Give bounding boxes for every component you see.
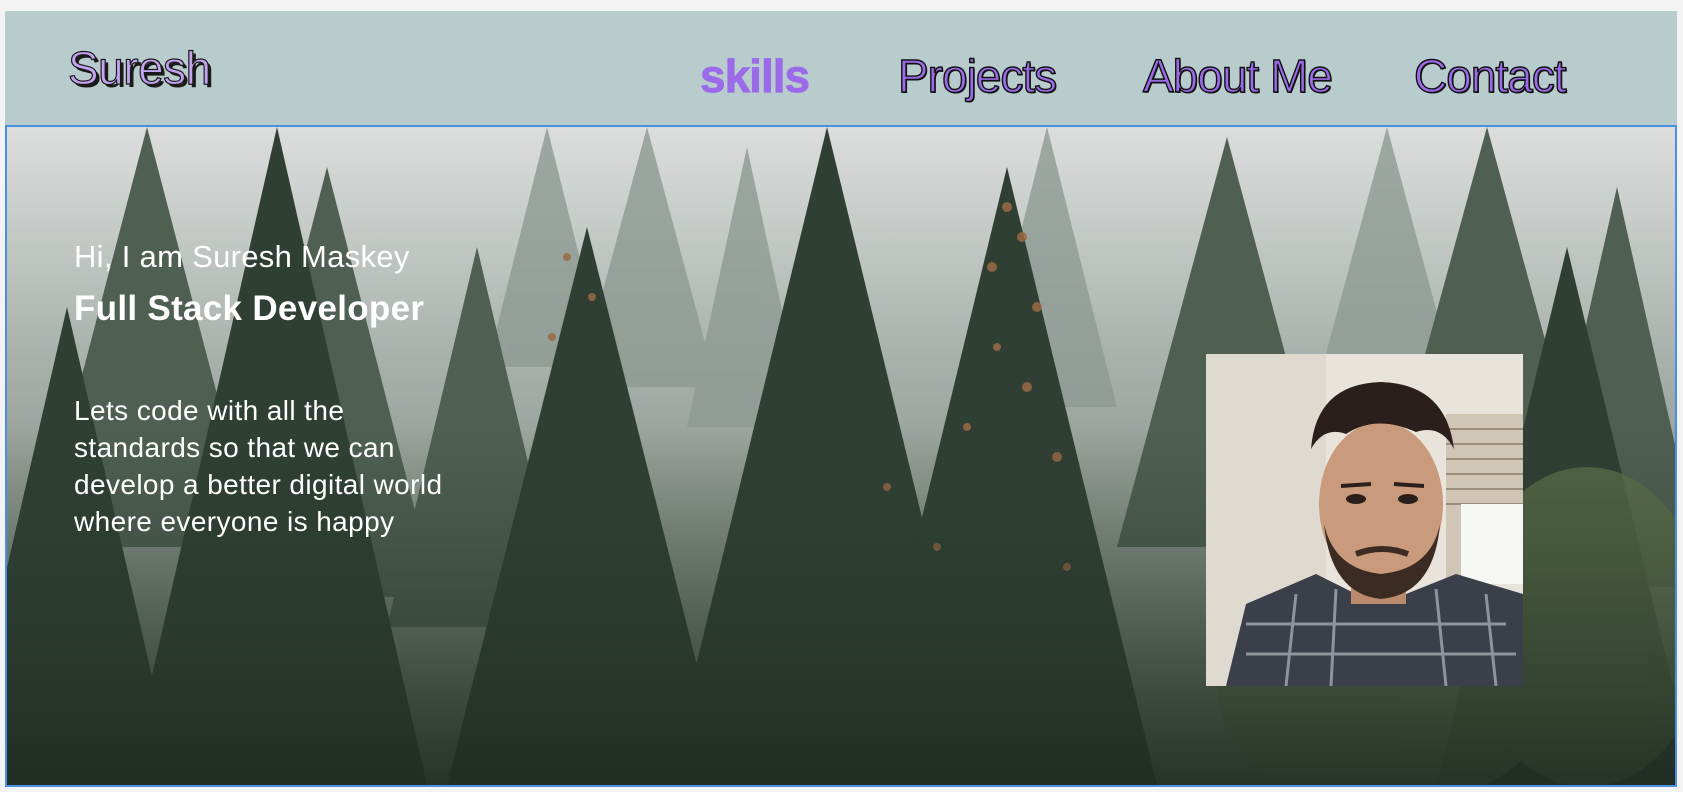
navbar: Suresh skills Projects About Me Contact (5, 11, 1677, 124)
profile-photo-image (1206, 354, 1523, 686)
hero-role: Full Stack Developer (74, 289, 425, 328)
nav-link-contact[interactable]: Contact (1413, 49, 1567, 103)
hero-tagline: Lets code with all the standards so that… (74, 395, 443, 537)
page-frame: Suresh skills Projects About Me Contact (5, 11, 1677, 787)
hero-section: Hi, I am Suresh Maskey Full Stack Develo… (5, 125, 1677, 787)
brand-logo[interactable]: Suresh (67, 41, 211, 95)
nav-link-skills[interactable]: skills (700, 49, 811, 103)
nav-link-projects[interactable]: Projects (897, 49, 1058, 103)
hero-greeting: Hi, I am Suresh Maskey (74, 239, 410, 274)
profile-photo (1206, 354, 1523, 686)
nav-link-about-me[interactable]: About Me (1142, 49, 1333, 103)
